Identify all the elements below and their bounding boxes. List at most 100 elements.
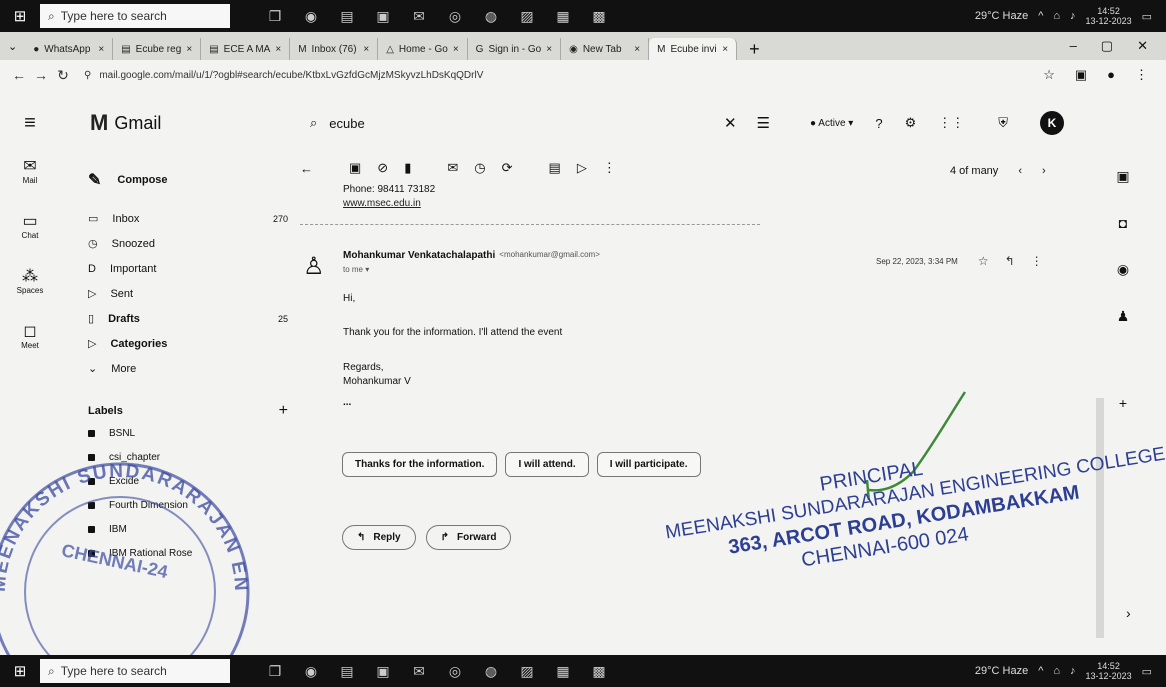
photos-icon[interactable]: ▨ xyxy=(518,8,536,24)
show-trimmed-content[interactable]: ... xyxy=(343,397,351,408)
mark-unread-icon[interactable]: ✉ xyxy=(447,160,458,176)
settings-gear-icon[interactable]: ⚙ xyxy=(905,115,917,131)
tab-search-icon[interactable]: ⌄ xyxy=(0,40,25,53)
bookmark-star-icon[interactable]: ☆ xyxy=(1043,67,1055,83)
reload-icon[interactable]: ↻ xyxy=(52,67,74,84)
sidebar-item-more[interactable]: ⌄ More xyxy=(88,356,288,381)
close-icon[interactable]: × xyxy=(722,44,728,55)
file-explorer-icon[interactable]: ▤ xyxy=(338,663,356,679)
snooze-icon[interactable]: ◷ xyxy=(474,160,485,176)
smart-reply-chip[interactable]: I will attend. xyxy=(505,452,589,477)
sender-name[interactable]: Mohankumar Venkatachalapathi xyxy=(343,250,495,261)
store-icon[interactable]: ▣ xyxy=(374,663,392,679)
sidebar-item-inbox[interactable]: ▭ Inbox 270 xyxy=(88,206,288,231)
smart-reply-chip[interactable]: I will participate. xyxy=(596,452,701,477)
label-icon[interactable]: ▷ xyxy=(577,160,587,176)
site-info-icon[interactable]: ⚲ xyxy=(84,70,91,81)
newer-chevron-icon[interactable]: ‹ xyxy=(1018,165,1022,177)
rail-chat[interactable]: ▭ Chat xyxy=(10,211,50,266)
search-icon[interactable]: ⌕ xyxy=(310,115,317,131)
keep-icon[interactable]: ◘ xyxy=(1119,215,1127,231)
tab-whatsapp[interactable]: ● WhatsApp × xyxy=(25,38,114,60)
search-options-icon[interactable]: ☰ xyxy=(757,114,770,132)
recipient-line[interactable]: to me ▾ xyxy=(343,265,369,274)
minimize-icon[interactable]: – xyxy=(1070,38,1077,54)
sidebar-item-categories[interactable]: ▷ Categories xyxy=(88,331,288,356)
chrome-icon-3[interactable]: ◍ xyxy=(482,663,500,679)
close-icon[interactable]: × xyxy=(98,44,104,55)
clock[interactable]: 14:52 13-12-2023 xyxy=(1086,661,1132,681)
message-more-icon[interactable]: ⋮ xyxy=(1031,254,1043,268)
volume-icon[interactable]: ♪ xyxy=(1070,10,1076,22)
task-view-icon[interactable]: ❐ xyxy=(266,8,284,24)
account-avatar[interactable]: K xyxy=(1039,111,1064,135)
app-icon[interactable]: ▩ xyxy=(590,8,608,24)
weather-widget[interactable]: 29°C Haze xyxy=(975,665,1028,677)
chrome-icon-3[interactable]: ◍ xyxy=(482,8,500,24)
forward-button[interactable]: ↱ Forward xyxy=(425,525,512,550)
new-tab-button[interactable]: + xyxy=(737,39,772,60)
back-arrow-icon[interactable]: ← xyxy=(300,161,313,176)
excel-icon[interactable]: ▦ xyxy=(554,663,572,679)
close-icon[interactable]: × xyxy=(363,44,369,55)
add-label-icon[interactable]: + xyxy=(279,402,288,420)
tray-chevron-icon[interactable]: ^ xyxy=(1038,665,1043,677)
report-spam-icon[interactable]: ⊘ xyxy=(377,160,388,176)
close-icon[interactable]: × xyxy=(275,44,281,55)
tasks-icon[interactable]: ◉ xyxy=(1117,261,1129,278)
apps-grid-icon[interactable]: ⋮⋮ xyxy=(938,115,964,131)
reply-icon[interactable]: ↰ xyxy=(1005,254,1015,268)
rail-spaces[interactable]: ⁂ Spaces xyxy=(10,266,50,321)
tab-sign-in[interactable]: G Sign in - Go × xyxy=(468,38,562,60)
store-icon[interactable]: ▣ xyxy=(374,8,392,24)
maximize-icon[interactable]: ▢ xyxy=(1101,38,1113,54)
photos-icon[interactable]: ▨ xyxy=(518,663,536,679)
volume-icon[interactable]: ♪ xyxy=(1070,665,1076,677)
main-menu-icon[interactable]: ≡ xyxy=(10,112,50,135)
mail-app-icon[interactable]: ✉ xyxy=(410,8,428,24)
quoted-link[interactable]: www.msec.edu.in xyxy=(343,197,435,211)
org-logo-icon[interactable]: ⛨ xyxy=(998,115,1008,131)
older-chevron-icon[interactable]: › xyxy=(1042,165,1046,177)
windows-start-icon[interactable]: ⊞ xyxy=(0,0,40,32)
tab-new-tab[interactable]: ◉ New Tab × xyxy=(561,38,650,60)
tab-home[interactable]: △ Home - Go × xyxy=(378,38,468,60)
reply-button[interactable]: ↰ Reply xyxy=(342,525,416,550)
chrome-icon[interactable]: ◉ xyxy=(302,663,320,679)
menu-dots-icon[interactable]: ⋮ xyxy=(1135,67,1148,83)
compose-button[interactable]: ✎ Compose xyxy=(88,160,288,200)
app-icon[interactable]: ▩ xyxy=(590,663,608,679)
notifications-icon[interactable]: ▭ xyxy=(1142,665,1152,678)
taskbar-search[interactable]: ⌕ Type here to search xyxy=(40,659,230,683)
rail-mail[interactable]: ✉ Mail xyxy=(10,156,50,211)
profile-icon[interactable]: ● xyxy=(1107,67,1115,83)
archive-icon[interactable]: ▣ xyxy=(349,160,361,176)
chrome-icon-2[interactable]: ◎ xyxy=(446,663,464,679)
tab-ecube-reg[interactable]: ▤ Ecube reg × xyxy=(113,38,202,60)
url-field[interactable]: ⚲ mail.google.com/mail/u/1/?ogbl#search/… xyxy=(84,70,944,81)
add-addon-icon[interactable]: + xyxy=(1119,395,1127,411)
tab-ecube-active[interactable]: M Ecube invi × xyxy=(649,38,738,60)
help-icon[interactable]: ? xyxy=(875,116,882,131)
file-explorer-icon[interactable]: ▤ xyxy=(338,8,356,24)
clock[interactable]: 14:52 13-12-2023 xyxy=(1086,6,1132,26)
close-icon[interactable]: × xyxy=(453,44,459,55)
network-icon[interactable]: ⌂ xyxy=(1053,10,1060,22)
status-selector[interactable]: ● Active ▾ xyxy=(810,118,853,129)
delete-icon[interactable]: ▮ xyxy=(404,160,411,176)
close-icon[interactable]: × xyxy=(634,44,640,55)
forward-icon[interactable]: → xyxy=(30,67,52,83)
weather-widget[interactable]: 29°C Haze xyxy=(975,10,1028,22)
rail-meet[interactable]: ◻ Meet xyxy=(10,321,50,376)
contacts-icon[interactable]: ♟ xyxy=(1117,308,1130,325)
sidepanel-icon[interactable]: ▣ xyxy=(1075,67,1087,83)
task-view-icon[interactable]: ❐ xyxy=(266,663,284,679)
close-icon[interactable]: × xyxy=(546,44,552,55)
move-to-icon[interactable]: ▤ xyxy=(549,160,561,176)
chrome-icon-2[interactable]: ◎ xyxy=(446,8,464,24)
network-icon[interactable]: ⌂ xyxy=(1053,665,1060,677)
notifications-icon[interactable]: ▭ xyxy=(1142,10,1152,23)
back-icon[interactable]: ← xyxy=(8,67,30,83)
star-icon[interactable]: ☆ xyxy=(978,254,989,268)
sidebar-item-important[interactable]: D Important xyxy=(88,256,288,281)
